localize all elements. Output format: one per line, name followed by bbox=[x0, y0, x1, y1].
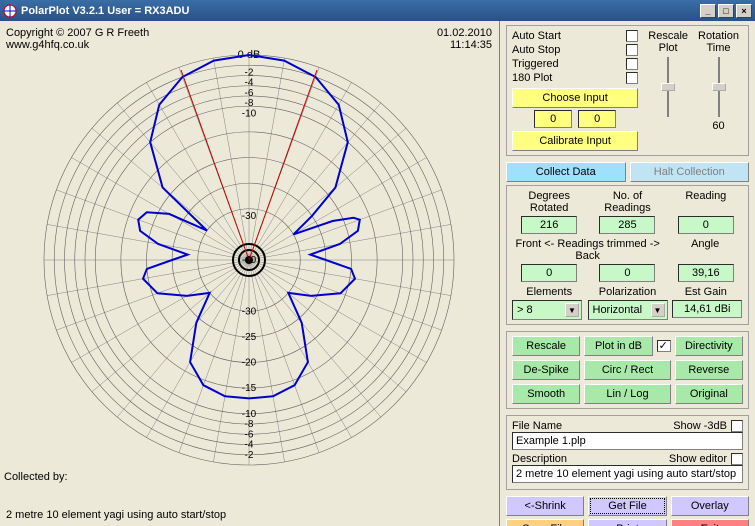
num-readings-label: No. of Readings bbox=[604, 190, 650, 214]
despike-button[interactable]: De-Spike bbox=[512, 360, 580, 380]
calibrate-input-button[interactable]: Calibrate Input bbox=[512, 131, 638, 151]
exit-button[interactable]: Exit bbox=[671, 519, 749, 526]
elements-select[interactable]: > 8 ▼ bbox=[512, 300, 582, 320]
file-name-input[interactable] bbox=[512, 432, 743, 450]
collect-data-button[interactable]: Collect Data bbox=[506, 162, 626, 182]
est-gain-value: 14,61 dBi bbox=[672, 300, 742, 318]
svg-text:-20: -20 bbox=[242, 358, 257, 369]
angle-label: Angle bbox=[691, 238, 719, 250]
reading-value: 0 bbox=[678, 216, 734, 234]
show-editor-checkbox[interactable] bbox=[731, 453, 743, 465]
trim-label: Front <- Readings trimmed -> Back bbox=[516, 238, 660, 262]
180plot-checkbox[interactable] bbox=[626, 72, 638, 84]
overlay-button[interactable]: Overlay bbox=[671, 496, 749, 516]
polarization-select[interactable]: Horizontal ▼ bbox=[588, 300, 668, 320]
smooth-button[interactable]: Smooth bbox=[512, 384, 580, 404]
print-button[interactable]: Print bbox=[588, 519, 666, 526]
minimize-button[interactable]: _ bbox=[700, 4, 716, 18]
copyright-text: Copyright © 2007 G R Freeth bbox=[6, 27, 149, 39]
footer-description: 2 metre 10 element yagi using auto start… bbox=[6, 509, 226, 521]
directivity-button[interactable]: Directivity bbox=[675, 336, 743, 356]
controls-panel: Auto Start Auto Stop Triggered 180 Plot … bbox=[500, 21, 755, 526]
svg-text:-30: -30 bbox=[242, 306, 257, 317]
auto-stop-label: Auto Stop bbox=[512, 44, 560, 56]
circ-rect-button[interactable]: Circ / Rect bbox=[584, 360, 670, 380]
save-file-button[interactable]: Save File bbox=[506, 519, 584, 526]
close-button[interactable]: × bbox=[736, 4, 752, 18]
halt-collection-button[interactable]: Halt Collection bbox=[630, 162, 750, 182]
180plot-label: 180 Plot bbox=[512, 72, 552, 84]
svg-text:-40: -40 bbox=[242, 255, 257, 266]
svg-text:-25: -25 bbox=[242, 332, 257, 343]
file-name-label: File Name bbox=[512, 420, 562, 432]
num-readings-value: 285 bbox=[599, 216, 655, 234]
auto-stop-checkbox[interactable] bbox=[626, 44, 638, 56]
show-editor-label: Show editor bbox=[669, 453, 727, 465]
date-text: 01.02.2010 bbox=[437, 27, 492, 39]
show-3db-checkbox[interactable] bbox=[731, 420, 743, 432]
lin-log-button[interactable]: Lin / Log bbox=[584, 384, 670, 404]
est-gain-label: Est Gain bbox=[685, 286, 727, 298]
degrees-rotated-value: 216 bbox=[521, 216, 577, 234]
reverse-button[interactable]: Reverse bbox=[675, 360, 743, 380]
plot-panel: Copyright © 2007 G R Freeth www.g4hfq.co… bbox=[0, 21, 500, 526]
polar-plot-svg: -2-4-6-8-10-30 -40-30-25-20-15-10-8-6-4-… bbox=[14, 45, 484, 475]
input-value-a: 0 bbox=[534, 110, 572, 128]
trim-front-value: 0 bbox=[521, 264, 577, 282]
plot-in-db-checkbox[interactable]: ✓ bbox=[657, 340, 671, 352]
rescale-button[interactable]: Rescale bbox=[512, 336, 580, 356]
elements-value: > 8 bbox=[517, 304, 533, 316]
description-input[interactable] bbox=[512, 465, 743, 483]
get-file-button[interactable]: Get File bbox=[588, 496, 666, 516]
svg-text:-30: -30 bbox=[242, 211, 257, 222]
trim-back-value: 0 bbox=[599, 264, 655, 282]
original-button[interactable]: Original bbox=[675, 384, 743, 404]
chevron-down-icon: ▼ bbox=[651, 303, 665, 317]
svg-text:-2: -2 bbox=[245, 450, 254, 461]
rotation-time-value: 60 bbox=[712, 120, 724, 132]
svg-text:-10: -10 bbox=[242, 108, 257, 119]
polarization-value: Horizontal bbox=[593, 304, 643, 316]
auto-start-label: Auto Start bbox=[512, 30, 561, 42]
titlebar: PolarPlot V3.2.1 User = RX3ADU _ □ × bbox=[0, 0, 755, 21]
reading-label: Reading bbox=[685, 190, 726, 202]
angle-value: 39,16 bbox=[678, 264, 734, 282]
choose-input-button[interactable]: Choose Input bbox=[512, 88, 638, 108]
rotation-time-label: Rotation Time bbox=[698, 30, 739, 54]
collected-by-label: Collected by: bbox=[4, 471, 68, 483]
input-value-b: 0 bbox=[578, 110, 616, 128]
shrink-button[interactable]: <-Shrink bbox=[506, 496, 584, 516]
window-title: PolarPlot V3.2.1 User = RX3ADU bbox=[21, 5, 189, 17]
auto-start-checkbox[interactable] bbox=[626, 30, 638, 42]
rescale-plot-slider[interactable] bbox=[659, 57, 677, 117]
polarization-label: Polarization bbox=[599, 286, 656, 298]
show-3db-label: Show -3dB bbox=[673, 420, 727, 432]
triggered-label: Triggered bbox=[512, 58, 559, 70]
elements-label: Elements bbox=[526, 286, 572, 298]
maximize-button[interactable]: □ bbox=[718, 4, 734, 18]
app-icon bbox=[3, 4, 17, 18]
svg-text:-15: -15 bbox=[242, 383, 257, 394]
rotation-time-slider[interactable] bbox=[710, 57, 728, 117]
rescale-plot-label: Rescale Plot bbox=[648, 30, 688, 54]
plot-in-db-button[interactable]: Plot in dB bbox=[584, 336, 652, 356]
description-label: Description bbox=[512, 453, 567, 465]
chevron-down-icon: ▼ bbox=[565, 303, 579, 317]
triggered-checkbox[interactable] bbox=[626, 58, 638, 70]
degrees-rotated-label: Degrees Rotated bbox=[528, 190, 570, 214]
